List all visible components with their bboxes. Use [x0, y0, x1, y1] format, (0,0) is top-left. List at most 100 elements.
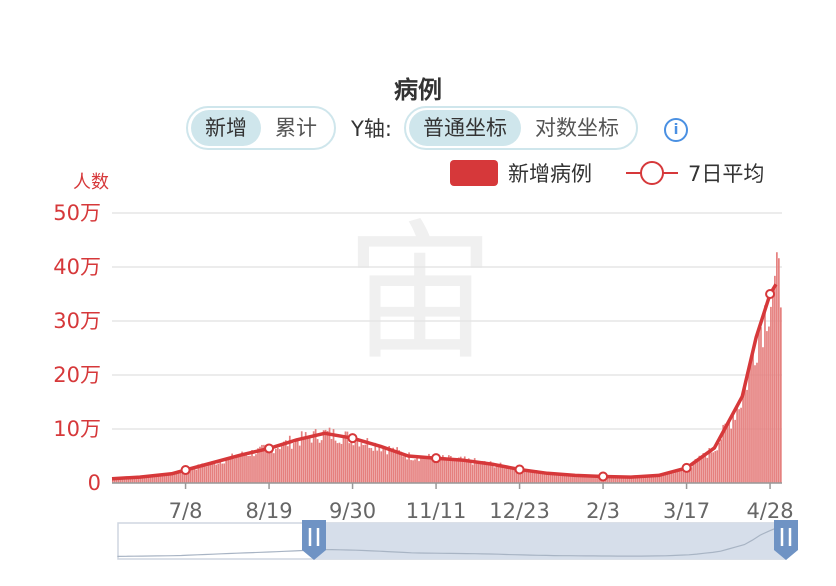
- bar: [748, 367, 750, 483]
- bar: [692, 464, 695, 483]
- bar: [195, 469, 198, 483]
- bar: [318, 442, 321, 483]
- bar: [465, 459, 468, 483]
- bar: [370, 448, 373, 483]
- bar: [736, 408, 738, 483]
- bar: [485, 463, 488, 483]
- bar: [368, 447, 371, 483]
- bar: [758, 331, 760, 483]
- bar: [740, 407, 742, 483]
- bar: [277, 447, 279, 483]
- bar: [304, 432, 307, 483]
- bar: [493, 467, 496, 483]
- bar: [251, 450, 253, 483]
- bar: [756, 362, 758, 483]
- bar: [191, 469, 194, 483]
- bar: [362, 445, 365, 483]
- average-marker: [598, 471, 609, 482]
- chart-title: 病例: [394, 76, 442, 104]
- bar: [738, 409, 740, 483]
- bar: [710, 452, 713, 483]
- bar: [219, 461, 222, 483]
- info-icon[interactable]: i: [664, 118, 688, 142]
- bar: [587, 477, 589, 483]
- bar: [523, 470, 526, 483]
- bar: [239, 456, 241, 483]
- bar: [336, 443, 339, 483]
- bar: [475, 461, 478, 483]
- bar: [384, 448, 387, 483]
- bar: [398, 450, 400, 483]
- legend-line[interactable]: 7日平均: [626, 158, 764, 188]
- bar: [233, 458, 235, 483]
- bar: [320, 440, 323, 483]
- bar: [207, 463, 210, 483]
- bar: [275, 448, 277, 483]
- bar: [366, 438, 369, 483]
- yaxis-linear-option[interactable]: 普通坐标: [409, 110, 521, 146]
- bar: [444, 457, 446, 483]
- bar: [525, 471, 528, 483]
- legend-bar[interactable]: 新增病例: [450, 158, 592, 188]
- bar: [324, 429, 327, 483]
- bar: [412, 460, 414, 483]
- yaxis-toggle-label: Y轴:: [351, 117, 392, 141]
- bar: [716, 450, 719, 483]
- bar: [213, 461, 216, 483]
- time-slider[interactable]: [117, 520, 798, 560]
- x-tick-label: 12/23: [489, 499, 550, 523]
- bar: [330, 438, 333, 483]
- bar: [704, 455, 707, 483]
- bar: [700, 458, 703, 483]
- bar: [229, 456, 231, 483]
- bar: [418, 461, 420, 483]
- bar: [312, 431, 315, 483]
- bar: [656, 476, 659, 483]
- average-marker: [681, 462, 692, 473]
- bar: [762, 347, 764, 483]
- bar: [424, 458, 426, 483]
- bar: [553, 475, 556, 483]
- bar: [404, 456, 406, 483]
- bar: [352, 445, 355, 483]
- bar: [282, 441, 285, 483]
- bar: [344, 431, 347, 483]
- bar: [503, 468, 506, 483]
- x-tick-label: 9/30: [329, 499, 376, 523]
- average-marker: [765, 289, 776, 299]
- x-axis: 7/8 8/19 9/30 11/11 12/23 2/3 3/17 4/28: [112, 482, 794, 523]
- bar: [559, 474, 562, 483]
- bar: [754, 365, 756, 483]
- bar: [151, 476, 154, 483]
- bar: [778, 258, 780, 483]
- x-tick-label: 2/3: [586, 499, 620, 523]
- bar: [290, 448, 293, 483]
- mode-toggle[interactable]: 新增 累计: [186, 106, 336, 150]
- bar: [279, 449, 281, 483]
- bar: [410, 460, 412, 483]
- slider-selection[interactable]: [314, 523, 786, 559]
- mode-cumulative-option[interactable]: 累计: [261, 110, 331, 146]
- x-tick-label: 8/19: [245, 499, 292, 523]
- bar: [179, 471, 182, 483]
- bar: [595, 477, 597, 483]
- bar: [579, 476, 581, 483]
- average-marker: [514, 464, 525, 475]
- bar: [360, 442, 363, 483]
- bar: [720, 439, 723, 483]
- mode-new-option[interactable]: 新增: [191, 110, 261, 146]
- yaxis-toggle[interactable]: 普通坐标 对数坐标: [404, 106, 638, 150]
- x-tick-label: 7/8: [169, 499, 203, 523]
- yaxis-log-option[interactable]: 对数坐标: [521, 110, 633, 146]
- bar: [350, 437, 353, 483]
- bar: [374, 442, 377, 483]
- bar: [203, 465, 206, 483]
- y-unit-label: 人数: [73, 172, 109, 193]
- bar: [326, 430, 329, 483]
- bar: [294, 439, 297, 483]
- bar: [235, 457, 237, 483]
- bar: [175, 473, 178, 483]
- bar: [173, 474, 176, 483]
- bar: [770, 306, 772, 483]
- bar: [243, 454, 245, 483]
